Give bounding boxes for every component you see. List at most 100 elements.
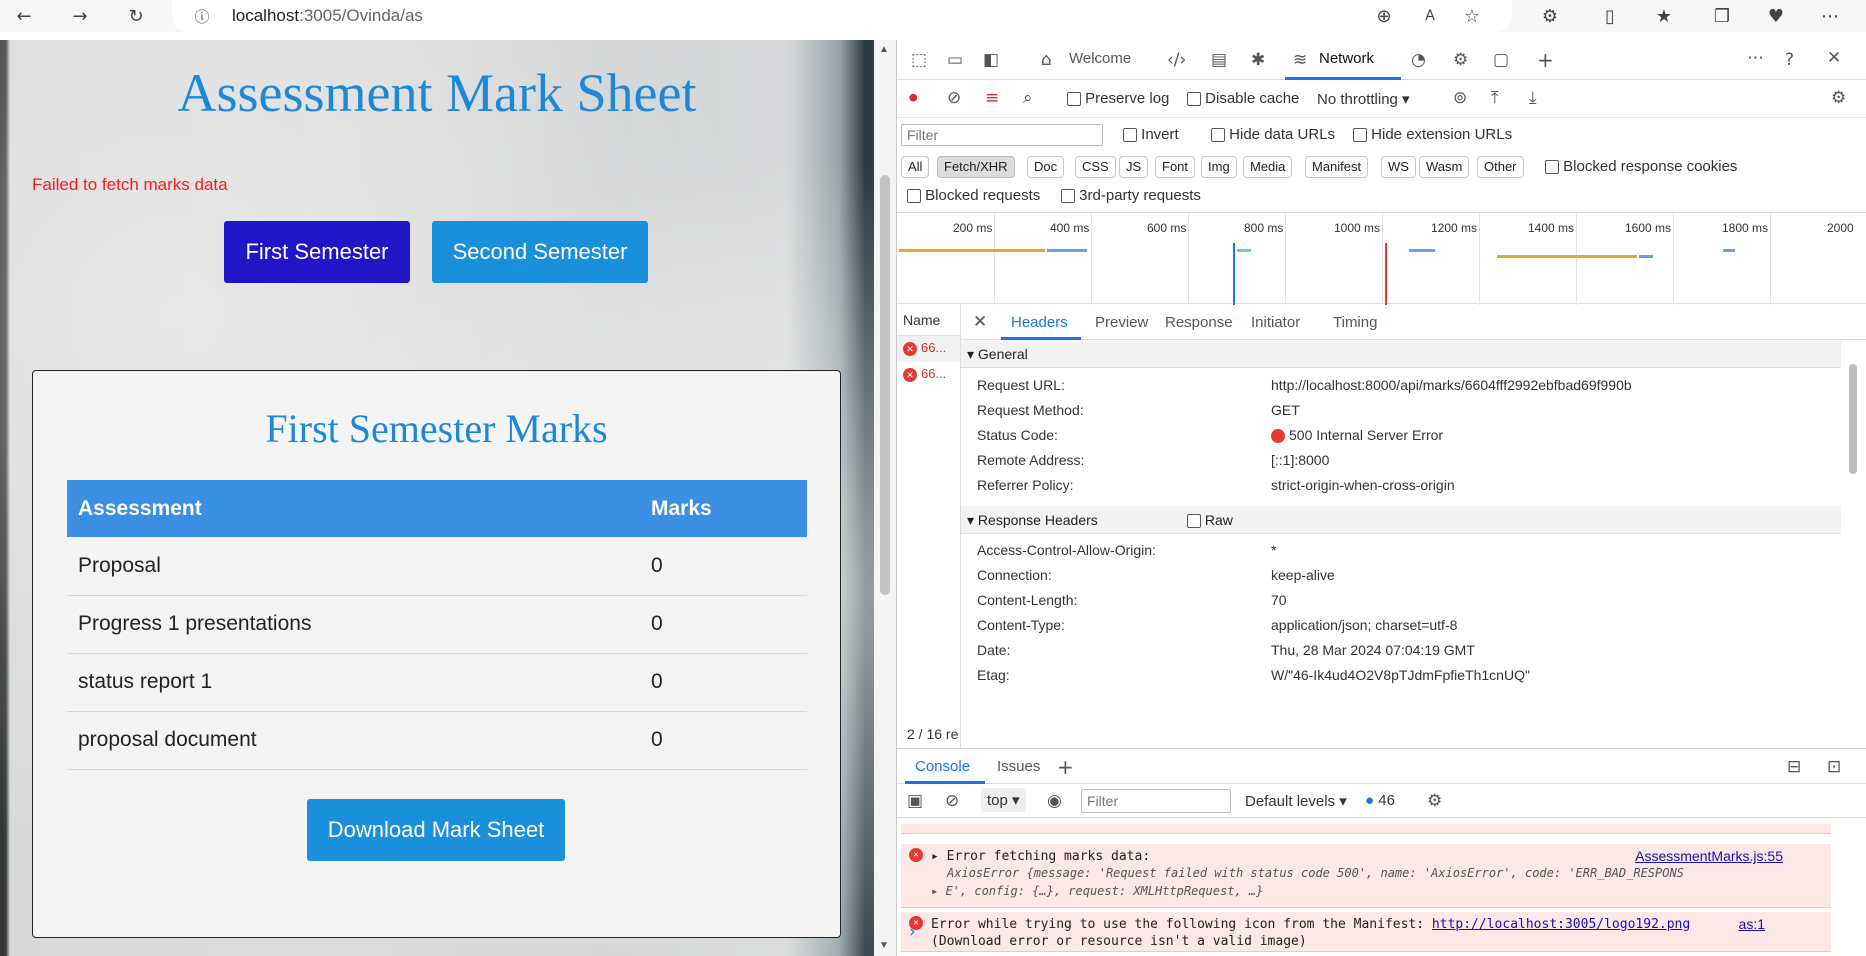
help-icon[interactable]: ? <box>1785 50 1794 70</box>
clear-icon[interactable]: ⊘ <box>947 88 961 108</box>
disable-cache-checkbox[interactable]: Disable cache <box>1187 90 1299 107</box>
close-devtools-icon[interactable]: ✕ <box>1827 48 1841 68</box>
settings-gear-icon[interactable]: ⚙ <box>1453 50 1468 70</box>
info-icon[interactable]: ⓘ <box>190 4 214 28</box>
elements-icon[interactable]: ‹/› <box>1167 50 1186 70</box>
chip-wasm[interactable]: Wasm <box>1419 156 1470 178</box>
collections-icon[interactable]: ❐ <box>1710 4 1734 28</box>
record-icon[interactable]: ⏺ <box>909 88 918 108</box>
filter-icon[interactable]: ≡ <box>985 88 999 108</box>
chip-css[interactable]: CSS <box>1075 156 1116 178</box>
tab-timing[interactable]: Timing <box>1333 314 1377 331</box>
hide-data-urls-checkbox[interactable]: Hide data URLs <box>1211 126 1335 143</box>
chip-font[interactable]: Font <box>1155 156 1196 178</box>
favorite-star-icon[interactable]: ☆ <box>1460 4 1484 28</box>
forward-arrow-icon[interactable]: → <box>68 4 92 28</box>
blocked-response-cookies-checkbox[interactable]: Blocked response cookies <box>1545 158 1737 175</box>
dock-drawer-icon[interactable]: ⊟ <box>1787 757 1801 777</box>
scrollbar-thumb[interactable] <box>1849 364 1857 474</box>
preserve-log-checkbox[interactable]: Preserve log <box>1067 90 1169 107</box>
console-settings-icon[interactable]: ⚙ <box>1427 791 1442 811</box>
tab-headers[interactable]: Headers <box>1011 314 1068 331</box>
context-select[interactable]: top ▾ <box>981 788 1026 812</box>
tab-initiator[interactable]: Initiator <box>1251 314 1300 331</box>
browser-essentials-icon[interactable]: ♥ <box>1764 4 1788 28</box>
tab-preview[interactable]: Preview <box>1095 314 1148 331</box>
page-scrollbar[interactable]: ▲ ▼ <box>874 40 896 956</box>
tab-response[interactable]: Response <box>1165 314 1233 331</box>
more-menu-icon[interactable]: ⋯ <box>1818 4 1842 28</box>
dock-sidebar-icon[interactable]: ◧ <box>983 50 999 70</box>
tab-console[interactable]: Console <box>915 758 970 775</box>
add-drawer-tab-icon[interactable]: + <box>1057 755 1074 779</box>
hide-extension-urls-checkbox[interactable]: Hide extension URLs <box>1353 126 1512 143</box>
import-har-icon[interactable]: ⤒ <box>1491 88 1499 108</box>
download-mark-sheet-button[interactable]: Download Mark Sheet <box>307 799 565 861</box>
inspect-element-icon[interactable]: ⬚ <box>911 50 927 70</box>
general-section-header[interactable]: ▾ General <box>961 340 1841 368</box>
throttling-select[interactable]: No throttling ▾ <box>1317 90 1410 108</box>
tab-network[interactable]: Network <box>1319 50 1374 67</box>
back-arrow-icon[interactable]: ← <box>12 4 36 28</box>
axios-error-detail-cont[interactable]: ▸ E', config: {…}, request: XMLHttpReque… <box>931 884 1263 898</box>
invert-checkbox[interactable]: Invert <box>1123 126 1179 143</box>
chip-img[interactable]: Img <box>1201 156 1237 178</box>
blocked-requests-checkbox[interactable]: Blocked requests <box>907 187 1040 204</box>
close-drawer-icon[interactable]: ⊡ <box>1827 757 1841 777</box>
response-headers-section-header[interactable]: ▾ Response Headers Raw <box>961 506 1841 534</box>
read-aloud-icon[interactable]: A <box>1418 4 1442 28</box>
log-levels-select[interactable]: Default levels ▾ <box>1245 792 1347 810</box>
scrollbar-thumb[interactable] <box>880 175 890 595</box>
application-icon[interactable]: ▢ <box>1493 50 1509 70</box>
add-tab-icon[interactable]: + <box>1537 48 1554 72</box>
console-error-message[interactable]: ✕ ▸ Error fetching marks data: Assessmen… <box>901 844 1831 908</box>
sidebar-toggle-icon[interactable]: ▣ <box>907 791 923 811</box>
network-filter-input[interactable] <box>901 124 1103 146</box>
request-row[interactable]: ✕ 66... <box>897 362 960 388</box>
refresh-icon[interactable]: ↻ <box>124 4 148 28</box>
search-icon[interactable]: ⌕ <box>1023 88 1033 108</box>
source-link[interactable]: AssessmentMarks.js:55 <box>1635 848 1783 864</box>
console-prompt-icon[interactable]: › <box>909 922 916 942</box>
performance-icon[interactable]: ◔ <box>1411 50 1426 70</box>
chip-doc[interactable]: Doc <box>1027 156 1065 178</box>
address-bar[interactable]: ⓘ localhost:3005/Ovinda/as ⊕ A ☆ <box>172 0 1512 32</box>
close-detail-icon[interactable]: ✕ <box>973 312 987 332</box>
chip-js[interactable]: JS <box>1119 156 1149 178</box>
name-column-header[interactable]: Name <box>897 304 960 336</box>
favorites-icon[interactable]: ★ <box>1652 4 1676 28</box>
detail-scrollbar[interactable] <box>1847 340 1859 748</box>
chip-ws[interactable]: WS <box>1381 156 1416 178</box>
clear-console-icon[interactable]: ⊘ <box>945 791 959 811</box>
chip-media[interactable]: Media <box>1243 156 1293 178</box>
console-filter-input[interactable] <box>1081 789 1231 813</box>
scroll-down-arrow-icon[interactable]: ▼ <box>879 940 889 951</box>
zoom-icon[interactable]: ⊕ <box>1372 4 1396 28</box>
second-semester-button[interactable]: Second Semester <box>432 221 648 283</box>
source-link[interactable]: as:1 <box>1739 916 1765 932</box>
third-party-requests-checkbox[interactable]: 3rd-party requests <box>1061 187 1201 204</box>
chip-other[interactable]: Other <box>1477 156 1524 178</box>
split-screen-icon[interactable]: ▯ <box>1598 4 1622 28</box>
more-options-icon[interactable]: ⋯ <box>1747 48 1764 68</box>
network-timeline[interactable]: 200 ms 400 ms 600 ms 800 ms 1000 ms 1200… <box>897 212 1866 305</box>
live-expression-eye-icon[interactable]: ◉ <box>1047 791 1062 811</box>
chip-manifest[interactable]: Manifest <box>1305 156 1369 178</box>
chip-all[interactable]: All <box>901 156 930 178</box>
chip-fetch-xhr[interactable]: Fetch/XHR <box>937 156 1015 178</box>
tab-issues[interactable]: Issues <box>997 758 1040 775</box>
extensions-icon[interactable]: ⚙ <box>1538 4 1562 28</box>
first-semester-button[interactable]: First Semester <box>224 221 410 283</box>
network-conditions-icon[interactable]: ⊚ <box>1453 88 1467 108</box>
export-har-icon[interactable]: ⤓ <box>1529 88 1537 108</box>
scroll-up-arrow-icon[interactable]: ▲ <box>879 44 889 55</box>
message-count-badge[interactable]: ● 46 <box>1365 792 1395 809</box>
request-row[interactable]: ✕ 66... <box>897 336 960 362</box>
bug-icon[interactable]: ✱ <box>1251 50 1265 70</box>
icon-url-link[interactable]: http://localhost:3005/logo192.png <box>1432 917 1690 932</box>
raw-checkbox[interactable]: Raw <box>1187 512 1233 529</box>
console-icon[interactable]: ▤ <box>1211 50 1227 70</box>
home-icon[interactable]: ⌂ <box>1041 50 1052 70</box>
tab-welcome[interactable]: Welcome <box>1069 50 1131 67</box>
network-settings-icon[interactable]: ⚙ <box>1831 88 1846 108</box>
